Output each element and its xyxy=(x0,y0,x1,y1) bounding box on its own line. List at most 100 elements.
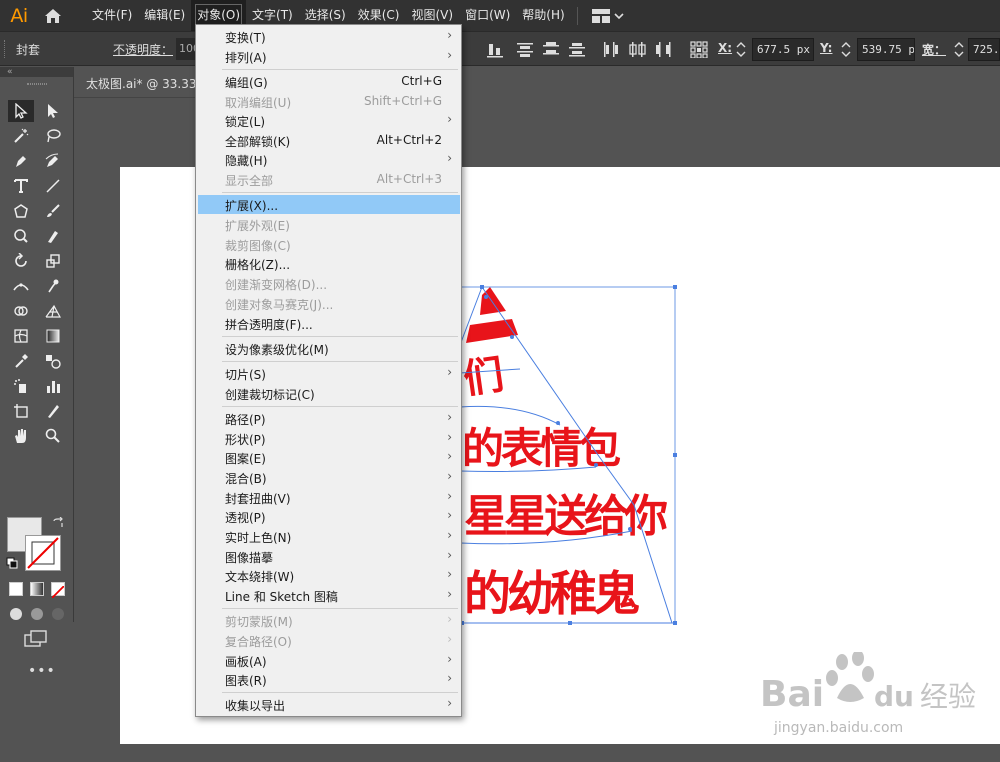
distribute-right-icon[interactable] xyxy=(654,41,672,58)
menu-item-rasterize[interactable]: 栅格化(Z)... xyxy=(198,254,460,273)
line-segment-tool-icon[interactable] xyxy=(40,175,66,197)
reference-point-icon[interactable] xyxy=(690,41,708,58)
rotate-tool-icon[interactable] xyxy=(8,250,34,272)
zoom-tool-icon[interactable] xyxy=(40,425,66,447)
menu-item-compound-path[interactable]: 复合路径(O) › xyxy=(198,631,460,650)
menu-item-pixel-perfect[interactable]: 设为像素级优化(M) xyxy=(198,339,460,358)
menu-item-artboards[interactable]: 画板(A) › xyxy=(198,651,460,670)
more-tools-icon[interactable]: ••• xyxy=(28,663,56,679)
draw-inside-icon[interactable] xyxy=(50,607,66,621)
panel-grip[interactable] xyxy=(0,77,73,91)
width-field[interactable]: 725.7 xyxy=(968,38,1000,61)
menu-item-text-wrap[interactable]: 文本绕排(W) › xyxy=(198,566,460,585)
shape-builder-tool-icon[interactable] xyxy=(8,300,34,322)
lasso-tool-icon[interactable] xyxy=(40,125,66,147)
menu-item-arrange[interactable]: 排列(A) › xyxy=(198,47,460,66)
document-tab[interactable]: 太极图.ai* @ 33.33 xyxy=(74,67,197,98)
distribute-left-icon[interactable] xyxy=(602,41,620,58)
collapse-panel-icon[interactable]: « xyxy=(0,67,73,77)
artboard-tool-icon[interactable] xyxy=(8,400,34,422)
swap-colors-icon[interactable] xyxy=(52,517,64,529)
distribute-bottom-icon[interactable] xyxy=(568,41,586,58)
scale-tool-icon[interactable] xyxy=(40,250,66,272)
x-position-field[interactable]: 677.5 px xyxy=(752,38,814,61)
mesh-tool-icon[interactable] xyxy=(8,325,34,347)
menu-item-ungroup[interactable]: 取消编组(U) Shift+Ctrl+G xyxy=(198,92,460,111)
x-stepper-icon[interactable] xyxy=(736,41,746,58)
panel-grip[interactable] xyxy=(4,40,7,58)
blend-tool-icon[interactable] xyxy=(40,350,66,372)
align-bottom-icon[interactable] xyxy=(486,41,504,58)
gradient-tool-icon[interactable] xyxy=(40,325,66,347)
symbol-sprayer-tool-icon[interactable] xyxy=(8,375,34,397)
y-label[interactable]: Y: xyxy=(820,41,832,55)
menu-item-flatten-transparency[interactable]: 拼合透明度(F)... xyxy=(198,314,460,333)
distribute-hcenter-icon[interactable] xyxy=(628,41,646,58)
y-position-field[interactable]: 539.75 p xyxy=(857,38,915,61)
default-colors-icon[interactable] xyxy=(6,557,18,569)
menu-item-blend[interactable]: 混合(B) › xyxy=(198,468,460,487)
menu-item-path[interactable]: 路径(P) › xyxy=(198,409,460,428)
menu-item-create-trim-marks[interactable]: 创建裁切标记(C) xyxy=(198,384,460,403)
menu-window[interactable]: 窗口(W) xyxy=(459,0,516,31)
direct-selection-tool-icon[interactable] xyxy=(40,100,66,122)
w-stepper-icon[interactable] xyxy=(954,41,964,58)
menu-item-shape[interactable]: 形状(P) › xyxy=(198,429,460,448)
menu-item-create-object-mosaic[interactable]: 创建对象马赛克(J)... xyxy=(198,294,460,313)
eyedropper-tool-icon[interactable] xyxy=(8,350,34,372)
menu-item-create-gradient-mesh[interactable]: 创建渐变网格(D)... xyxy=(198,274,460,293)
draw-behind-icon[interactable] xyxy=(29,607,45,621)
type-tool-icon[interactable] xyxy=(8,175,34,197)
slice-tool-icon[interactable] xyxy=(40,400,66,422)
menu-item-expand-appearance[interactable]: 扩展外观(E) xyxy=(198,215,460,234)
hand-tool-icon[interactable] xyxy=(8,425,34,447)
shape-tool-icon[interactable] xyxy=(8,200,34,222)
change-screen-mode-icon[interactable] xyxy=(24,630,48,648)
menu-item-envelope-distort[interactable]: 封套扭曲(V) › xyxy=(198,488,460,507)
y-stepper-icon[interactable] xyxy=(841,41,851,58)
menu-item-live-paint[interactable]: 实时上色(N) › xyxy=(198,527,460,546)
menu-item-transform[interactable]: 变换(T) › xyxy=(198,27,460,46)
workspace-switcher[interactable] xyxy=(591,0,624,31)
x-label[interactable]: X: xyxy=(718,41,732,55)
menu-item-graph[interactable]: 图表(R) › xyxy=(198,670,460,689)
menu-item-unlock-all[interactable]: 全部解锁(K) Alt+Ctrl+2 xyxy=(198,131,460,150)
menu-item-pattern[interactable]: 图案(E) › xyxy=(198,448,460,467)
menu-item-collect-for-export[interactable]: 收集以导出 › xyxy=(198,695,460,714)
distribute-vcenter-icon[interactable] xyxy=(542,41,560,58)
width-label[interactable]: 宽： xyxy=(922,41,946,58)
menu-item-lock[interactable]: 锁定(L) › xyxy=(198,111,460,130)
puppet-warp-tool-icon[interactable] xyxy=(40,275,66,297)
curvature-tool-icon[interactable] xyxy=(40,150,66,172)
color-mode-icon[interactable] xyxy=(9,582,23,596)
eraser-tool-icon[interactable] xyxy=(40,225,66,247)
opacity-label[interactable]: 不透明度： xyxy=(113,41,173,58)
menu-item-hide[interactable]: 隐藏(H) › xyxy=(198,150,460,169)
menu-item-image-trace[interactable]: 图像描摹 › xyxy=(198,547,460,566)
menu-item-perspective[interactable]: 透视(P) › xyxy=(198,507,460,526)
menu-item-expand[interactable]: 扩展(X)... xyxy=(198,195,460,214)
pen-tool-icon[interactable] xyxy=(8,150,34,172)
selection-tool-icon[interactable] xyxy=(8,100,34,122)
perspective-grid-tool-icon[interactable] xyxy=(40,300,66,322)
home-icon[interactable] xyxy=(38,0,68,31)
paintbrush-tool-icon[interactable] xyxy=(40,200,66,222)
menu-item-show-all[interactable]: 显示全部 Alt+Ctrl+3 xyxy=(198,170,460,189)
menu-item-group[interactable]: 编组(G) Ctrl+G xyxy=(198,72,460,91)
menu-item-slice[interactable]: 切片(S) › xyxy=(198,364,460,383)
menu-item-line-sketch-art[interactable]: Line 和 Sketch 图稿 › xyxy=(198,586,460,605)
magic-wand-tool-icon[interactable] xyxy=(8,125,34,147)
shaper-tool-icon[interactable] xyxy=(8,225,34,247)
menu-file[interactable]: 文件(F) xyxy=(86,0,138,31)
distribute-top-icon[interactable] xyxy=(516,41,534,58)
menu-help[interactable]: 帮助(H) xyxy=(516,0,570,31)
gradient-mode-icon[interactable] xyxy=(30,582,44,596)
menu-item-clipping-mask[interactable]: 剪切蒙版(M) › xyxy=(198,611,460,630)
column-graph-tool-icon[interactable] xyxy=(40,375,66,397)
width-tool-icon[interactable] xyxy=(8,275,34,297)
none-mode-icon[interactable] xyxy=(51,582,65,599)
menu-item-crop-image[interactable]: 裁剪图像(C) xyxy=(198,235,460,254)
draw-normal-icon[interactable] xyxy=(8,607,24,621)
menu-edit[interactable]: 编辑(E) xyxy=(138,0,191,31)
stroke-color-swatch[interactable] xyxy=(25,535,61,571)
